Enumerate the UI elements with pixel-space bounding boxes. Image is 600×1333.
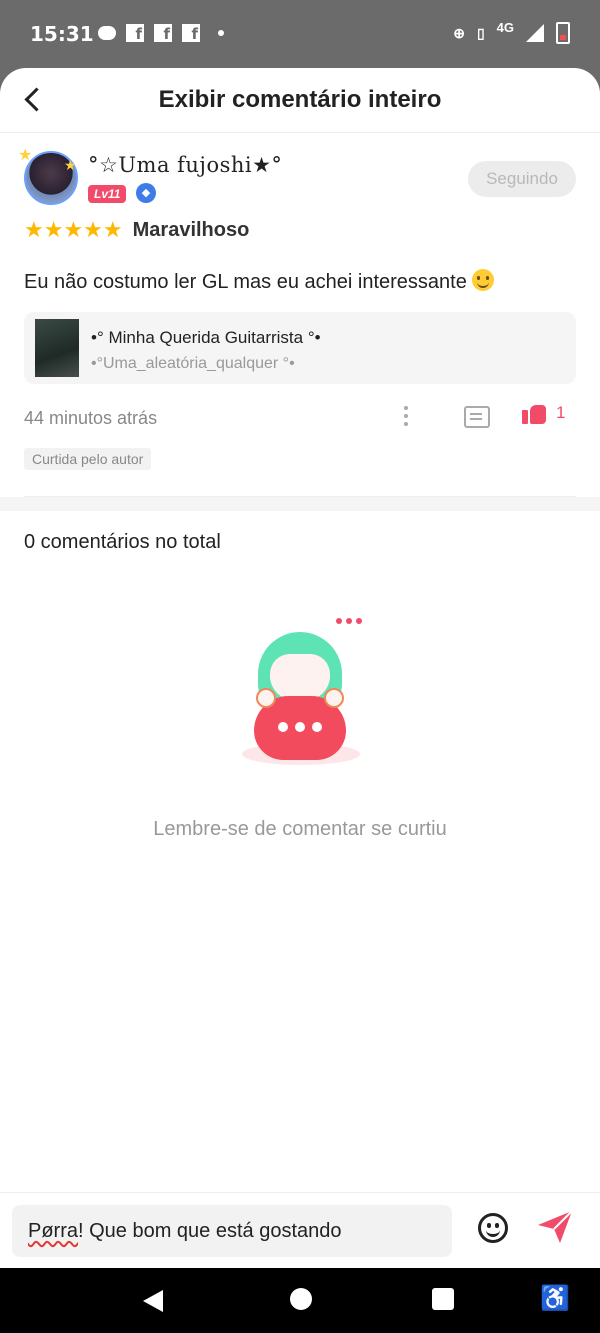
review-card: ★ ★ °☆Uma fujoshi★° Lv11 ◆ Seguindo ★★★★…: [0, 133, 600, 497]
comment-meta-row: 44 minutos atrás 1: [24, 384, 576, 448]
book-cover: [35, 319, 79, 377]
system-icons: ⊕ ▯ 4G: [453, 19, 570, 44]
emoji-icon[interactable]: [478, 1213, 508, 1243]
input-text: ! Que bom que está gostando: [78, 1219, 342, 1242]
divider: [24, 474, 576, 497]
author-liked-badge: Curtida pelo autor: [24, 448, 152, 470]
empty-state-text: Lembre-se de comentar se curtiu: [153, 818, 447, 840]
mascot-illustration: [230, 618, 370, 778]
empty-state: Lembre-se de comentar se curtiu: [0, 618, 600, 841]
signal-icon: [526, 24, 544, 42]
rating-row: ★★★★★ Maravilhoso: [24, 215, 576, 245]
user-row: ★ ★ °☆Uma fujoshi★° Lv11 ◆ Seguindo: [18, 133, 576, 213]
status-time: 15:31: [30, 22, 94, 46]
facebook-icon: f: [154, 24, 172, 42]
verified-badge-icon: ◆: [136, 183, 156, 203]
comment-input[interactable]: Pørra! Que bom que está gostando: [12, 1205, 452, 1257]
star-rating: ★★★★★: [24, 217, 123, 242]
book-title: •° Minha Querida Guitarrista °•: [91, 328, 321, 347]
thumbs-up-icon: [522, 402, 546, 424]
notification-dot-icon: [218, 30, 224, 36]
book-card[interactable]: •° Minha Querida Guitarrista °• •°Uma_al…: [24, 312, 576, 384]
like-button[interactable]: 1: [522, 402, 565, 424]
section-divider: [0, 497, 600, 511]
network-type: 4G: [496, 19, 514, 35]
battery-icon: [556, 22, 570, 44]
star-decoration-icon: ★: [64, 157, 77, 173]
star-decoration-icon: ★: [18, 147, 33, 164]
reply-icon[interactable]: [464, 406, 490, 428]
comments-total: 0 comentários no total: [24, 531, 221, 553]
comment-detail-sheet: Exibir comentário inteiro ★ ★ °☆Uma fujo…: [0, 68, 600, 1268]
book-author: •°Uma_aleatória_qualquer °•: [91, 355, 295, 372]
username[interactable]: °☆Uma fujoshi★°: [88, 153, 282, 177]
comment-text-block: Eu não costumo ler GL mas eu achei inter…: [24, 269, 576, 294]
header: Exibir comentário inteiro: [0, 68, 600, 133]
page-title: Exibir comentário inteiro: [158, 86, 442, 113]
send-icon[interactable]: [536, 1209, 574, 1245]
nav-home-icon[interactable]: [290, 1288, 312, 1310]
chat-icon: [98, 26, 116, 40]
comment-text: Eu não costumo ler GL mas eu achei inter…: [24, 271, 467, 293]
notification-icons: f f f: [98, 24, 224, 42]
accessibility-icon[interactable]: ♿: [540, 1284, 570, 1313]
comment-time: 44 minutos atrás: [24, 408, 158, 428]
vibrate-icon: ▯: [476, 24, 485, 41]
status-bar: 15:31 f f f ⊕ ▯ 4G: [0, 0, 600, 70]
facebook-icon: f: [126, 24, 144, 42]
level-badge: Lv11: [88, 185, 127, 203]
smiling-face-icon: [472, 269, 495, 291]
facebook-icon: f: [182, 24, 200, 42]
comment-input-bar: Pørra! Que bom que está gostando: [0, 1192, 600, 1269]
more-options-icon[interactable]: [404, 406, 410, 426]
misspelled-word: Pørra: [28, 1219, 78, 1242]
data-saver-icon: ⊕: [453, 24, 465, 41]
rating-label: Maravilhoso: [132, 218, 250, 241]
nav-back-icon[interactable]: [143, 1290, 163, 1312]
navigation-bar: ♿: [0, 1268, 600, 1333]
nav-recent-apps-icon[interactable]: [432, 1288, 454, 1310]
like-count: 1: [556, 403, 566, 422]
following-button[interactable]: Seguindo: [468, 161, 576, 197]
